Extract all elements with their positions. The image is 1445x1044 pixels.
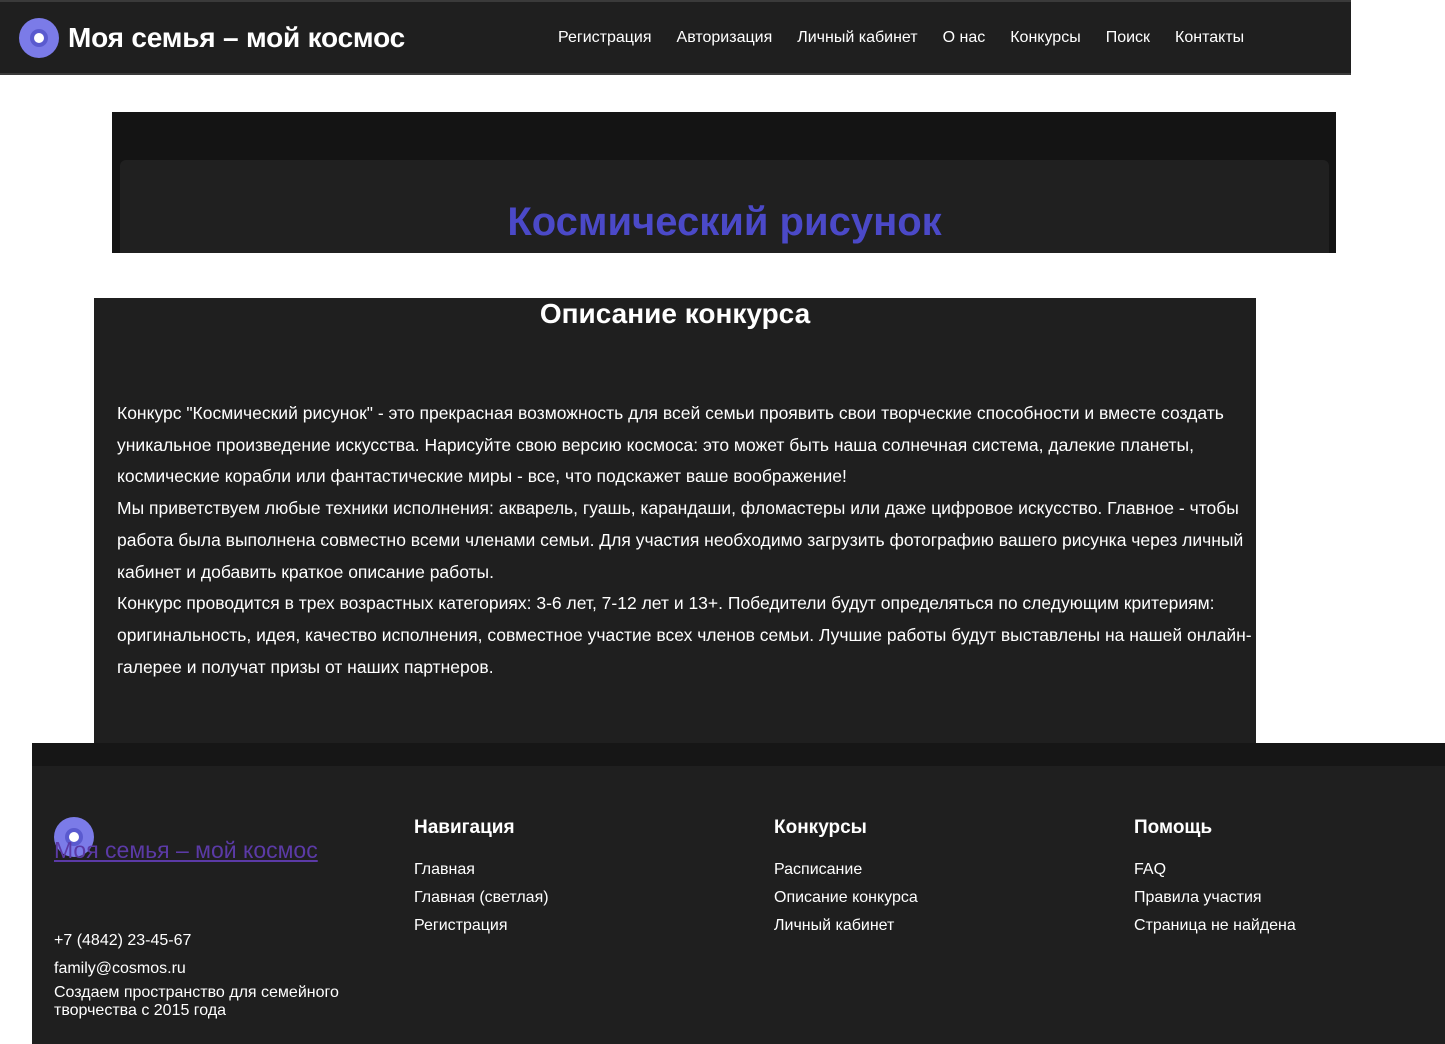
hero-title: Космический рисунок [507,200,942,244]
main-nav: Регистрация Авторизация Личный кабинет О… [558,29,1269,47]
nav-link-login[interactable]: Авторизация [677,29,773,47]
footer-column-title: Конкурсы [774,817,867,838]
footer-link-account[interactable]: Личный кабинет [774,912,918,940]
nav-link-registration[interactable]: Регистрация [558,29,652,47]
nav-link-account[interactable]: Личный кабинет [797,29,917,47]
footer-link-schedule[interactable]: Расписание [774,856,918,884]
description-paragraph: Конкурс "Космический рисунок" - это прек… [117,403,1224,487]
footer-column-title: Помощь [1134,817,1213,838]
footer-link-home[interactable]: Главная [414,856,549,884]
footer-link-faq[interactable]: FAQ [1134,856,1296,884]
nav-link-about[interactable]: О нас [943,29,986,47]
footer-column-navigation: Навигация Главная Главная (светлая) Реги… [414,817,549,940]
contest-description: Описание конкурса Конкурс "Космический р… [94,298,1256,744]
footer-link-not-found[interactable]: Страница не найдена [1134,912,1296,940]
footer-about: Создаем пространство для семейного творч… [54,984,339,1019]
footer-brand-link[interactable]: Моя семья – мой космос [54,836,344,864]
footer-email: family@cosmos.ru [54,960,186,977]
footer-link-contest-description[interactable]: Описание конкурса [774,884,918,912]
footer-link-rules[interactable]: Правила участия [1134,884,1296,912]
footer-column-help: Помощь FAQ Правила участия Страница не н… [1134,817,1296,940]
footer-phone: +7 (4842) 23-45-67 [54,932,192,949]
description-paragraph: Конкурс проводится в трех возрастных кат… [117,593,1252,677]
footer-link-registration[interactable]: Регистрация [414,912,549,940]
logo-icon[interactable] [19,18,59,58]
description-heading: Описание конкурса [539,298,811,329]
site-header: Моя семья – мой космос Регистрация Автор… [0,0,1351,75]
description-text: Конкурс "Космический рисунок" - это прек… [117,398,1252,683]
footer-column-title: Навигация [414,817,515,838]
nav-link-contests[interactable]: Конкурсы [1010,29,1080,47]
footer-column-contests: Конкурсы Расписание Описание конкурса Ли… [774,817,918,940]
nav-link-contacts[interactable]: Контакты [1175,29,1244,47]
hero-banner: Космический рисунок [112,112,1336,253]
brand-title[interactable]: Моя семья – мой космос [68,22,405,54]
nav-link-search[interactable]: Поиск [1106,29,1150,47]
description-paragraph: Мы приветствуем любые техники исполнения… [117,498,1244,582]
hero-card: Космический рисунок [120,160,1329,253]
site-footer: Моя семья – мой космос +7 (4842) 23-45-6… [32,743,1445,1044]
footer-link-home-light[interactable]: Главная (светлая) [414,884,549,912]
